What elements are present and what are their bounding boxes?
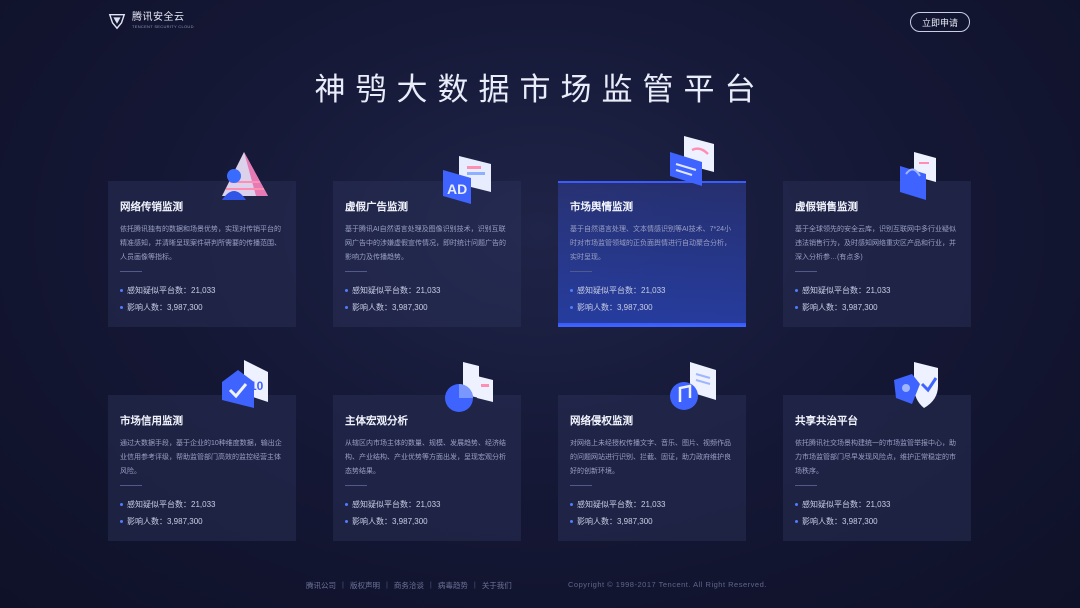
footer-links: 腾讯公司 | 版权声明 | 商务洽谈 | 病毒趋势 | 关于我们	[306, 580, 512, 591]
footer-link-business[interactable]: 商务洽谈	[394, 580, 424, 591]
card-title: 共享共治平台	[795, 415, 858, 427]
bullet-icon	[345, 289, 348, 292]
card-description: 依托腾讯社交场景构建统一的市场监管举报中心，助力市场监管部门尽早发现风险点，维护…	[795, 440, 956, 475]
bullet-icon	[795, 306, 798, 309]
stat-platforms: 感知疑似平台数：21,033	[570, 499, 665, 510]
stat-affected: 影响人数：3,987,300	[570, 302, 653, 313]
svg-text:AD: AD	[447, 181, 467, 197]
footer-link-copyright-notice[interactable]: 版权声明	[350, 580, 380, 591]
stat-platforms: 感知疑似平台数：21,033	[345, 499, 440, 510]
copyright-text: Copyright © 1998-2017 Tencent. All Right…	[568, 580, 767, 589]
bullet-icon	[795, 289, 798, 292]
music-file-icon	[670, 362, 716, 410]
bullet-icon	[120, 503, 123, 506]
divider	[795, 271, 817, 272]
card-title: 主体宏观分析	[345, 415, 408, 427]
divider	[345, 271, 367, 272]
card-title: 市场舆情监测	[570, 201, 633, 213]
footer-separator: |	[473, 580, 476, 589]
stat-affected: 影响人数：3,987,300	[120, 302, 203, 313]
stat-affected: 影响人数：3,987,300	[570, 516, 653, 527]
divider	[120, 271, 142, 272]
card-title: 网络传销监测	[120, 201, 183, 213]
divider	[570, 271, 592, 272]
bullet-icon	[570, 503, 573, 506]
bullet-icon	[795, 520, 798, 523]
card-public-opinion-monitoring[interactable]: 市场舆情监测 基于自然语言处理、文本情感识别等AI技术、7*24小时对市场监管领…	[558, 181, 746, 327]
footer-link-tencent[interactable]: 腾讯公司	[306, 580, 336, 591]
stat-platforms: 感知疑似平台数：21,033	[570, 285, 665, 296]
card-description: 对网络上未经授权传播文字、音乐、图片、视频作品的问题网站进行识别、拦截、固证，助…	[570, 440, 731, 475]
shopping-bag-icon	[900, 152, 936, 200]
footer-link-about-us[interactable]: 关于我们	[482, 580, 512, 591]
card-description: 依托腾讯独有的数据和场景优势，实现对传销平台的精准感知，并清晰呈现案件研判所需要…	[120, 226, 281, 261]
credit-house-icon: 10	[222, 360, 268, 408]
stat-affected: 影响人数：3,987,300	[795, 302, 878, 313]
footer-separator: |	[429, 580, 432, 589]
bullet-icon	[345, 520, 348, 523]
tencent-security-logo[interactable]: 腾讯安全云 TENCENT SECURITY CLOUD	[108, 12, 194, 30]
card-description: 基于腾讯AI自然语言处理及图像识别技术，识别互联网广告中的涉嫌虚假宣传情况，即时…	[345, 226, 506, 261]
card-title: 网络侵权监测	[570, 415, 633, 427]
bullet-icon	[120, 520, 123, 523]
divider	[345, 485, 367, 486]
bullet-icon	[345, 503, 348, 506]
bullet-icon	[570, 289, 573, 292]
card-title: 虚假广告监测	[345, 201, 408, 213]
stat-affected: 影响人数：3,987,300	[345, 516, 428, 527]
ad-screen-icon: AD	[443, 156, 491, 204]
card-title: 虚假销售监测	[795, 201, 858, 213]
card-description: 从辖区内市场主体的数量、规模、发展趋势、经济结构、产业结构、产业优势等方面出发，…	[345, 440, 506, 475]
footer-separator: |	[385, 580, 388, 589]
footer-separator: |	[342, 580, 344, 589]
shield-handshake-icon	[894, 362, 938, 408]
card-description: 通过大数据手段，基于企业的10种维度数据，输出企业信用参考评级，帮助监管部门高效…	[120, 440, 282, 475]
card-title: 市场信用监测	[120, 415, 183, 427]
stat-platforms: 感知疑似平台数：21,033	[795, 285, 890, 296]
stat-platforms: 感知疑似平台数：21,033	[120, 285, 215, 296]
bullet-icon	[120, 289, 123, 292]
stat-platforms: 感知疑似平台数：21,033	[120, 499, 215, 510]
divider	[795, 485, 817, 486]
page-title: 神鸮大数据市场监管平台	[314, 72, 766, 107]
logo-text: 腾讯安全云	[132, 12, 185, 23]
card-description: 基于全球领先的安全云库，识别互联网中多行业疑似违法销售行为，及时感知网络重灾区产…	[795, 226, 956, 261]
chat-bubble-icon	[670, 136, 714, 186]
bullet-icon	[570, 520, 573, 523]
bullet-icon	[570, 306, 573, 309]
stat-platforms: 感知疑似平台数：21,033	[345, 285, 440, 296]
card-description: 基于自然语言处理、文本情感识别等AI技术、7*24小时对市场监管领域的正负面舆情…	[570, 226, 732, 261]
pyramid-person-icon	[222, 152, 268, 200]
logo-subtext: TENCENT SECURITY CLOUD	[132, 24, 194, 29]
logo-shield-icon	[108, 13, 126, 30]
divider	[570, 485, 592, 486]
stat-platforms: 感知疑似平台数：21,033	[795, 499, 890, 510]
bullet-icon	[120, 306, 123, 309]
stat-affected: 影响人数：3,987,300	[120, 516, 203, 527]
divider	[120, 485, 142, 486]
stat-affected: 影响人数：3,987,300	[795, 516, 878, 527]
bullet-icon	[345, 306, 348, 309]
pie-chart-icon	[445, 362, 493, 412]
stat-affected: 影响人数：3,987,300	[345, 302, 428, 313]
apply-now-button[interactable]: 立即申请	[910, 12, 970, 32]
bullet-icon	[795, 503, 798, 506]
footer-link-virus-trends[interactable]: 病毒趋势	[438, 580, 468, 591]
